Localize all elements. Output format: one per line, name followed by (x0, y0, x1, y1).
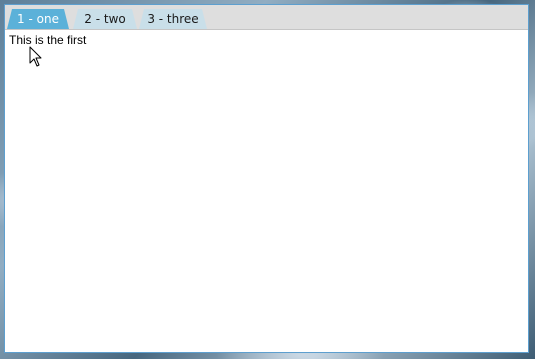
tab-one[interactable]: 1 - one (7, 9, 69, 29)
mouse-pointer-icon (29, 46, 42, 67)
tab-strip: 1 - one 2 - two 3 - three (5, 5, 528, 30)
tab-two-label: 2 - two (84, 12, 126, 26)
tab-one-label: 1 - one (17, 12, 59, 26)
tab-three[interactable]: 3 - three (139, 9, 207, 29)
tab-three-label: 3 - three (147, 12, 199, 26)
tab-two[interactable]: 2 - two (73, 9, 137, 29)
tab-content-text: This is the first (9, 33, 87, 47)
tab-control-window: 1 - one 2 - two 3 - three This is the fi… (4, 4, 529, 353)
